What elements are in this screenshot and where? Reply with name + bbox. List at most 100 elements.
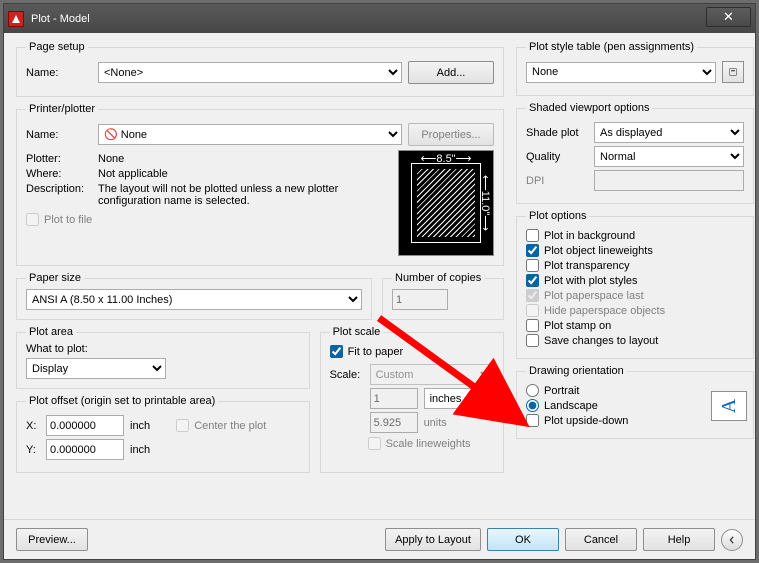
plot-stamp-checkbox[interactable]	[526, 319, 539, 332]
dpi-input[interactable]	[594, 170, 744, 191]
page-setup-name-label: Name:	[26, 67, 92, 79]
plot-paperspace-checkbox[interactable]	[526, 289, 539, 302]
paper-size-select[interactable]: ANSI A (8.50 x 11.00 Inches)	[26, 289, 362, 310]
plot-background-checkbox[interactable]	[526, 229, 539, 242]
landscape-radio[interactable]	[526, 399, 539, 412]
page-setup-group: Page setup Name: <None> Add...	[16, 41, 504, 97]
page-setup-name-select[interactable]: <None>	[98, 62, 402, 83]
style-table-legend: Plot style table (pen assignments)	[526, 41, 697, 53]
dialog-footer: Preview... Apply to Layout OK Cancel Hel…	[4, 519, 755, 559]
plot-options-legend: Plot options	[526, 210, 589, 222]
copies-legend: Number of copies	[392, 272, 484, 284]
scale-num-input[interactable]	[370, 388, 418, 409]
window-title: Plot - Model	[31, 13, 706, 25]
scale-select[interactable]: Custom	[370, 364, 494, 385]
style-table-edit-button[interactable]	[722, 61, 744, 83]
plot-stamp-label: Plot stamp on	[544, 320, 611, 332]
style-table-select[interactable]: None	[526, 62, 716, 83]
plot-styles-checkbox[interactable]	[526, 274, 539, 287]
app-icon	[8, 11, 24, 27]
plot-scale-group: Plot scale Fit to paper Scale: Custom in…	[320, 326, 504, 473]
what-to-plot-label: What to plot:	[26, 343, 300, 355]
apply-layout-button[interactable]: Apply to Layout	[385, 528, 481, 551]
plot-dialog: Plot - Model ✕ Page setup Name: <None> A…	[3, 3, 756, 560]
plot-area-group: Plot area What to plot: Display	[16, 326, 310, 389]
upside-down-label: Plot upside-down	[544, 415, 628, 427]
portrait-radio[interactable]	[526, 384, 539, 397]
titlebar[interactable]: Plot - Model ✕	[4, 4, 755, 33]
plot-background-label: Plot in background	[544, 230, 635, 242]
portrait-label: Portrait	[544, 385, 579, 397]
offset-x-input[interactable]	[46, 415, 124, 436]
copies-group: Number of copies	[382, 272, 504, 320]
upside-down-checkbox[interactable]	[526, 414, 539, 427]
cancel-button[interactable]: Cancel	[565, 528, 637, 551]
offset-x-label: X:	[26, 420, 40, 432]
desc-value: The layout will not be plotted unless a …	[98, 183, 390, 207]
dpi-label: DPI	[526, 175, 588, 187]
shade-plot-label: Shade plot	[526, 127, 588, 139]
plot-options-group: Plot options Plot in background Plot obj…	[516, 210, 754, 359]
plot-offset-legend: Plot offset (origin set to printable are…	[26, 395, 218, 407]
plot-lineweights-label: Plot object lineweights	[544, 245, 653, 257]
page-setup-add-button[interactable]: Add...	[408, 61, 494, 84]
scale-unit-select[interactable]: inches	[424, 388, 482, 409]
scale-label: Scale:	[330, 369, 364, 381]
shaded-viewport-group: Shaded viewport options Shade plot As dis…	[516, 102, 754, 204]
offset-y-label: Y:	[26, 444, 40, 456]
orientation-group: Drawing orientation Portrait Landscape P…	[516, 365, 754, 439]
shaded-legend: Shaded viewport options	[526, 102, 652, 114]
landscape-label: Landscape	[544, 400, 598, 412]
paper-preview: ⟵8.5"⟶ ⟵11.0"⟶	[398, 150, 494, 256]
where-value: Not applicable	[98, 168, 168, 180]
plot-scale-legend: Plot scale	[330, 326, 384, 338]
chevron-left-icon	[728, 535, 736, 545]
plot-styles-label: Plot with plot styles	[544, 275, 638, 287]
plot-transparency-checkbox[interactable]	[526, 259, 539, 272]
fit-to-paper-checkbox[interactable]	[330, 345, 343, 358]
plot-lineweights-checkbox[interactable]	[526, 244, 539, 257]
shade-plot-select[interactable]: As displayed	[594, 122, 744, 143]
desc-label: Description:	[26, 183, 92, 195]
preview-button[interactable]: Preview...	[16, 528, 88, 551]
plot-to-file-checkbox[interactable]	[26, 213, 39, 226]
plotter-value: None	[98, 153, 124, 165]
offset-x-unit: inch	[130, 420, 150, 432]
printer-name-label: Name:	[26, 129, 92, 141]
plot-paperspace-label: Plot paperspace last	[544, 290, 644, 302]
offset-y-unit: inch	[130, 444, 150, 456]
printer-properties-button[interactable]: Properties...	[408, 123, 494, 146]
offset-y-input[interactable]	[46, 439, 124, 460]
what-to-plot-select[interactable]: Display	[26, 358, 166, 379]
orientation-icon: A	[711, 391, 747, 421]
ok-button[interactable]: OK	[487, 528, 559, 551]
style-table-group: Plot style table (pen assignments) None	[516, 41, 754, 96]
center-plot-label: Center the plot	[194, 420, 266, 432]
quality-select[interactable]: Normal	[594, 146, 744, 167]
save-changes-checkbox[interactable]	[526, 334, 539, 347]
plot-transparency-label: Plot transparency	[544, 260, 630, 272]
copies-input[interactable]	[392, 289, 448, 310]
center-plot-checkbox[interactable]	[176, 419, 189, 432]
plotter-label: Plotter:	[26, 153, 92, 165]
plot-offset-group: Plot offset (origin set to printable are…	[16, 395, 310, 473]
fit-to-paper-label: Fit to paper	[348, 346, 404, 358]
plot-area-legend: Plot area	[26, 326, 76, 338]
help-button[interactable]: Help	[643, 528, 715, 551]
page-setup-legend: Page setup	[26, 41, 88, 53]
printer-legend: Printer/plotter	[26, 103, 98, 115]
orientation-legend: Drawing orientation	[526, 365, 627, 377]
quality-label: Quality	[526, 151, 588, 163]
scale-lineweights-checkbox[interactable]	[368, 437, 381, 450]
scale-den-input[interactable]	[370, 412, 418, 433]
hide-paperspace-label: Hide paperspace objects	[544, 305, 665, 317]
paper-size-group: Paper size ANSI A (8.50 x 11.00 Inches)	[16, 272, 372, 320]
paper-size-legend: Paper size	[26, 272, 84, 284]
close-button[interactable]: ✕	[706, 7, 751, 27]
scale-eq: =	[488, 393, 494, 405]
printer-name-select[interactable]: 🚫 None	[98, 124, 402, 145]
expand-button[interactable]	[721, 529, 743, 551]
save-changes-label: Save changes to layout	[544, 335, 658, 347]
hide-paperspace-checkbox[interactable]	[526, 304, 539, 317]
plot-to-file-label: Plot to file	[44, 214, 92, 226]
